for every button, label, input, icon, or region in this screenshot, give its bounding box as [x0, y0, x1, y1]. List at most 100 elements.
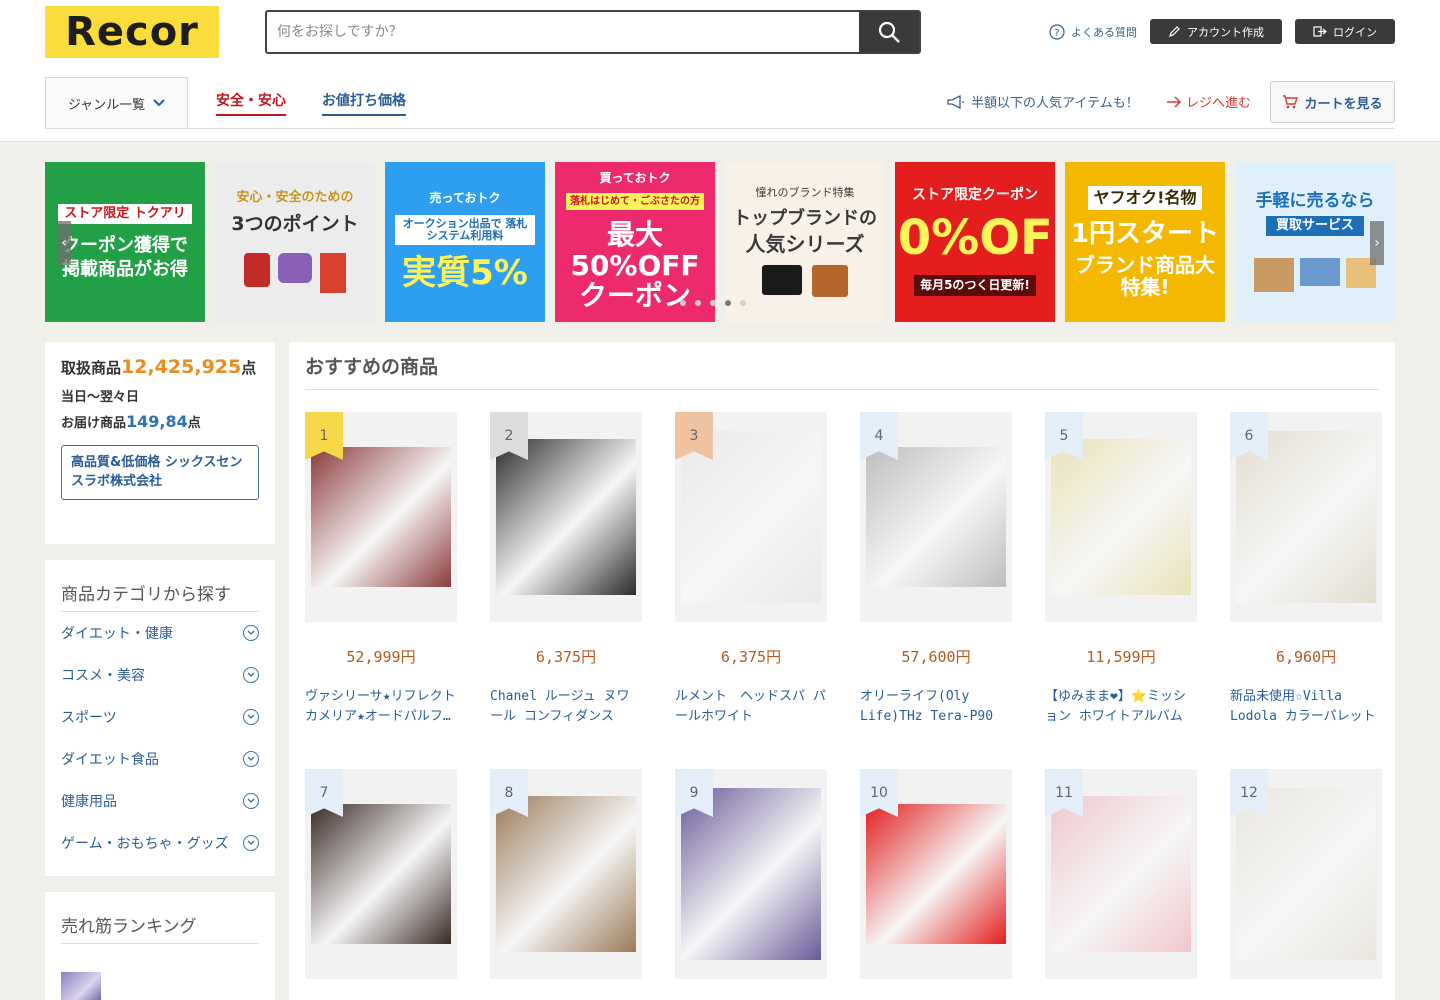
- carousel-prev-button[interactable]: ‹: [57, 221, 71, 265]
- product-image[interactable]: 3: [675, 412, 827, 622]
- product-name-link[interactable]: ルメント ヘッドスパ パールホワイト: [675, 687, 827, 726]
- carousel-dot[interactable]: [710, 300, 716, 306]
- product-name-link[interactable]: 新品未使用☆Villa Lodola カラーパレット: [1230, 687, 1382, 726]
- checkout-label: レジへ進む: [1186, 96, 1252, 111]
- category-item[interactable]: 健康用品: [61, 780, 259, 822]
- category-label: 健康用品: [61, 794, 117, 810]
- genre-dropdown[interactable]: ジャンル一覧: [45, 77, 188, 129]
- carousel-dots: [680, 300, 746, 306]
- banner-safety-points[interactable]: 安心・安全のための 3つのポイント: [215, 162, 375, 322]
- product-name-link[interactable]: 【ゆみまま❤】⭐ミッション ホワイトアルバム: [1045, 687, 1197, 726]
- banner-line1: ストア限定クーポン: [912, 187, 1038, 204]
- login-icon: [1313, 26, 1327, 37]
- create-account-button[interactable]: アカウント作成: [1150, 19, 1282, 44]
- banner-1yen-start[interactable]: ヤフオク!名物 1円スタート ブランド商品大特集!: [1065, 162, 1225, 322]
- carousel-next-button[interactable]: ›: [1370, 221, 1384, 265]
- banner-line2: 3つのポイント: [231, 212, 359, 235]
- banner-store-coupon[interactable]: ストア限定クーポン 10%OFF 毎月5のつく日更新!: [895, 162, 1055, 322]
- banner-line1: 安心・安全のための: [236, 190, 354, 206]
- product-image[interactable]: 9: [675, 769, 827, 979]
- carousel-dot[interactable]: [680, 300, 686, 306]
- product-image[interactable]: 11: [1045, 769, 1197, 979]
- category-item[interactable]: スポーツ: [61, 696, 259, 738]
- banner-line2: クーポン獲得で: [62, 235, 188, 257]
- product-card[interactable]: 5 11,599円【ゆみまま❤】⭐ミッション ホワイトアルバム: [1045, 412, 1197, 726]
- carousel-dot[interactable]: [695, 300, 701, 306]
- search-button[interactable]: [859, 12, 919, 52]
- chevron-down-icon: [153, 99, 165, 107]
- view-cart-button[interactable]: カートを見る: [1270, 81, 1395, 123]
- banner-top-brands[interactable]: 憧れのブランド特集 トップブランドの 人気シリーズ: [725, 162, 885, 322]
- product-price: 11,599円: [1086, 648, 1156, 666]
- product-card[interactable]: 11: [1045, 769, 1197, 979]
- chevron-down-circle-icon[interactable]: [243, 751, 259, 767]
- product-image[interactable]: 10: [860, 769, 1012, 979]
- category-item[interactable]: ダイエット・健康: [61, 612, 259, 654]
- product-card[interactable]: 10: [860, 769, 1012, 979]
- login-label: ログイン: [1333, 25, 1377, 39]
- stats-panel: 取扱商品12,425,925点 当日〜翌々日 お届け商品149,84点 高品質&…: [45, 342, 275, 544]
- product-photo: [1236, 788, 1376, 960]
- site-logo[interactable]: Recor: [45, 6, 219, 58]
- product-name-link[interactable]: オリーライフ(Oly Life)THz Tera-P90: [860, 687, 1012, 726]
- product-image[interactable]: 5: [1045, 412, 1197, 622]
- product-card[interactable]: 8: [490, 769, 642, 979]
- product-card[interactable]: 7: [305, 769, 457, 979]
- ranking-thumbnail[interactable]: [61, 972, 101, 1000]
- chevron-down-circle-icon[interactable]: [243, 667, 259, 683]
- banner-line1: ストア限定 トクアリ: [58, 204, 192, 225]
- product-photo: [866, 447, 1006, 587]
- chevron-down-circle-icon[interactable]: [243, 625, 259, 641]
- nav-good-price[interactable]: お値打ち価格: [322, 90, 406, 116]
- product-name-link[interactable]: Chanel ルージュ ヌワール コンフィダンス: [490, 687, 642, 726]
- banner-line2: 落札はじめて・ごぶさたの方: [566, 192, 704, 210]
- banner-line2: 1円スタート: [1070, 218, 1220, 249]
- chevron-down-circle-icon[interactable]: [243, 709, 259, 725]
- category-item[interactable]: ダイエット食品: [61, 738, 259, 780]
- megaphone-icon: [947, 94, 964, 109]
- product-image[interactable]: 8: [490, 769, 642, 979]
- banner-line3: 毎月5のつく日更新!: [914, 274, 1036, 296]
- category-item[interactable]: コスメ・美容: [61, 654, 259, 696]
- checkout-link[interactable]: レジへ進む: [1166, 92, 1251, 111]
- nav-safe-secure[interactable]: 安全・安心: [216, 90, 286, 116]
- category-item[interactable]: ゲーム・おもちゃ・グッズ: [61, 822, 259, 864]
- product-card[interactable]: 12: [1230, 769, 1382, 979]
- product-card[interactable]: 3 6,375円 ルメント ヘッドスパ パールホワイト: [675, 412, 827, 726]
- product-image[interactable]: 1: [305, 412, 457, 622]
- carousel-dot[interactable]: [740, 300, 746, 306]
- ranking-title: 売れ筋ランキング: [61, 912, 259, 944]
- login-button[interactable]: ログイン: [1295, 19, 1395, 44]
- product-card[interactable]: 6 6,960円 新品未使用☆Villa Lodola カラーパレット: [1230, 412, 1382, 726]
- banner-line2: 買取サービス: [1265, 216, 1364, 237]
- product-image[interactable]: 2: [490, 412, 642, 622]
- product-card[interactable]: 1 52,999円ヴァシリーサ★リフレクトカメリア★オードパルファム: [305, 412, 457, 726]
- total-items-count: 12,425,925: [121, 356, 242, 378]
- product-card[interactable]: 4 57,600円 オリーライフ(Oly Life)THz Tera-P90: [860, 412, 1012, 726]
- chevron-right-icon: ›: [1374, 235, 1380, 251]
- banner-bags: [762, 264, 848, 297]
- product-image[interactable]: 7: [305, 769, 457, 979]
- carousel-dot-active[interactable]: [725, 300, 731, 306]
- total-items: 取扱商品12,425,925点: [61, 356, 259, 378]
- banner-line1: 手軽に売るなら: [1255, 190, 1375, 211]
- banner-line1: 憧れのブランド特集: [755, 186, 855, 200]
- search-input[interactable]: [267, 12, 859, 52]
- banner-buy-coupon[interactable]: 買っておトク 落札はじめて・ごぶさたの方 最大50%OFF クーポン: [555, 162, 715, 322]
- chevron-down-circle-icon[interactable]: [243, 835, 259, 851]
- product-name-link[interactable]: ヴァシリーサ★リフレクトカメリア★オードパルファム: [305, 687, 457, 726]
- product-card[interactable]: 2 6,375円 Chanel ルージュ ヌワール コンフィダンス: [490, 412, 642, 726]
- site-header: Recor ? よくある質問 アカウント作成 ログイン ジャンル一覧 安全・安心…: [0, 0, 1440, 142]
- featured-seller-link[interactable]: 高品質&低価格 シックスセンスラボ株式会社: [61, 444, 259, 500]
- promo-link[interactable]: 半額以下の人気アイテムも！: [947, 92, 1139, 111]
- product-image[interactable]: 4: [860, 412, 1012, 622]
- product-image[interactable]: 6: [1230, 412, 1382, 622]
- product-card[interactable]: 9: [675, 769, 827, 979]
- svg-text:?: ?: [1054, 28, 1059, 39]
- help-icon: ?: [1049, 24, 1065, 40]
- faq-link[interactable]: ? よくある質問: [1049, 22, 1137, 42]
- banner-sell-fee[interactable]: 売っておトク オークション出品で 落札システム利用料 実質5%: [385, 162, 545, 322]
- chevron-down-circle-icon[interactable]: [243, 793, 259, 809]
- banner-line3: 最大50%OFF クーポン: [570, 217, 700, 313]
- product-image[interactable]: 12: [1230, 769, 1382, 979]
